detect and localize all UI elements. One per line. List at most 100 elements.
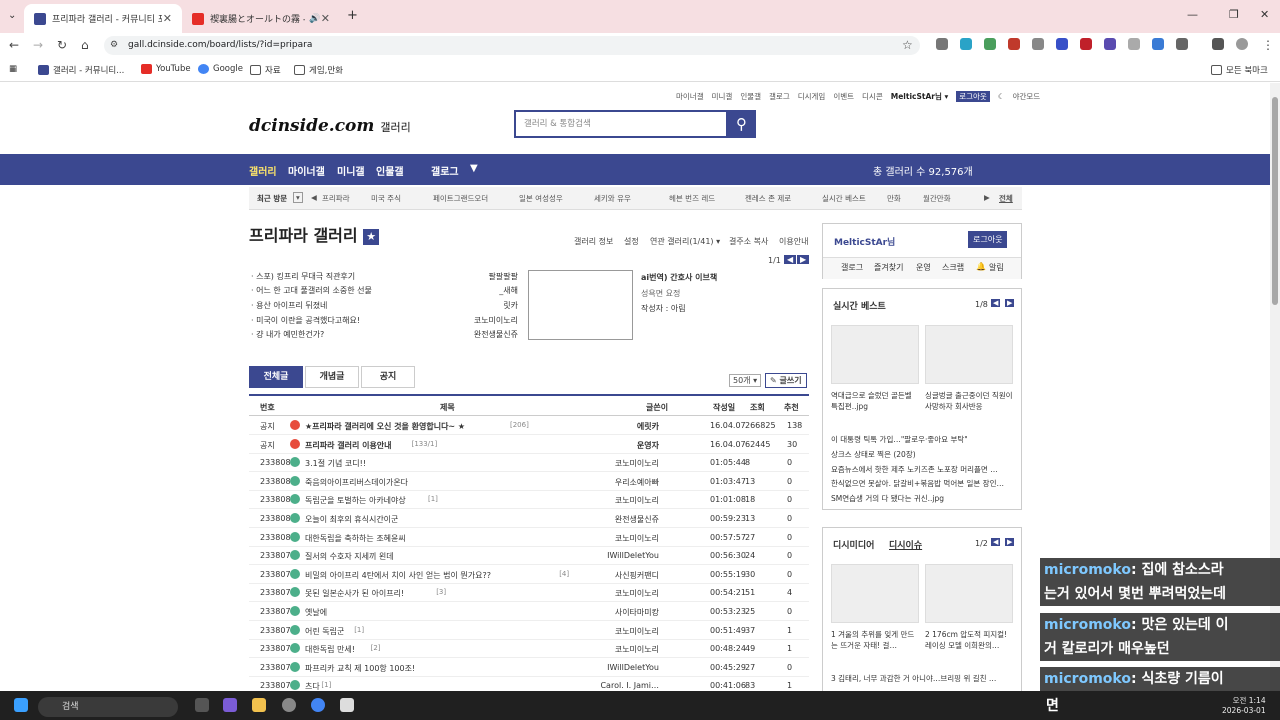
notice-item[interactable]: · 미국이 이란을 공격했다고해요!	[251, 315, 360, 326]
post-title[interactable]: 프리파라 갤러리 이용안내	[305, 440, 392, 451]
extension-icon[interactable]	[1032, 38, 1044, 50]
comment-count[interactable]: [1]	[354, 626, 364, 634]
scroll-thumb[interactable]	[1272, 97, 1278, 305]
table-row[interactable]: 2338075 어린 독립군 [1] 코노미이노리 00:51:49 37 1	[249, 622, 809, 640]
extension-icon[interactable]	[936, 38, 948, 50]
forward-icon[interactable]: →	[33, 38, 43, 52]
post-title[interactable]: 3.1절 기념 코디!!	[305, 458, 366, 469]
top-link[interactable]: 인물갤	[740, 92, 761, 101]
post-title[interactable]: 어린 독립군	[305, 626, 344, 637]
best-caption[interactable]: 역대급으로 슬렀던 골든벨 특집편..jpg	[831, 390, 919, 412]
bookmark-folder-resources[interactable]: 자료	[250, 64, 281, 76]
close-tab-icon[interactable]: ✕	[321, 12, 330, 25]
media-caption[interactable]: 2 176cm 압도적 피지컬! 레이싱 모델 이희완의…	[925, 629, 1013, 651]
bookmark-gallery[interactable]: 갤러리 - 커뮤니티...	[38, 64, 124, 76]
post-writer[interactable]: 코노미이노리	[615, 644, 659, 655]
windows-start-icon[interactable]	[14, 698, 28, 712]
post-writer[interactable]: Carol. I. Jami…	[600, 681, 659, 690]
close-tab-icon[interactable]: ✕	[163, 12, 172, 25]
url-field[interactable]: gall.dcinside.com/board/lists/?id=pripar…	[104, 36, 920, 55]
post-title[interactable]: 대한독립을 축하하는 조혜윤씨	[305, 533, 406, 544]
extension-icon[interactable]	[984, 38, 996, 50]
post-title[interactable]: 못된 일본순사가 된 아이프리!	[305, 588, 404, 599]
nav-minor[interactable]: 마이너갤	[288, 163, 325, 178]
post-writer[interactable]: IWillDeletYou	[607, 551, 659, 560]
tab-all-posts[interactable]: 전체글	[249, 366, 303, 388]
post-title[interactable]: 비밀의 아이프리 4탄에서 치이 사인 얻는 법이 뭔가요??	[305, 570, 491, 581]
app-icon[interactable]	[282, 698, 296, 712]
comment-count[interactable]: [3]	[436, 588, 446, 596]
chevron-left-icon[interactable]: ◀	[991, 538, 1001, 546]
chevron-left-icon[interactable]: ◀	[311, 193, 317, 202]
post-title[interactable]: 옛날에	[305, 607, 327, 618]
chevron-right-icon[interactable]: ▶	[984, 193, 990, 202]
bookmark-youtube[interactable]: YouTube	[141, 64, 191, 74]
search-input[interactable]: 갤러리 & 통합검색	[514, 110, 728, 138]
nav-gallog[interactable]: 갤로그	[431, 163, 459, 178]
tab-youtube[interactable]: 禊裏腸とオールトの霧 - YouT 🔊 ✕	[182, 4, 340, 33]
table-row[interactable]: 공지 ★프리파라 갤러리에 오신 것을 환영합니다~ ★ [206] 에릿카 16.04…	[249, 417, 809, 435]
comment-count[interactable]: [1]	[428, 495, 438, 503]
chevron-down-icon[interactable]: ▼	[470, 163, 478, 174]
back-icon[interactable]: ←	[9, 38, 19, 52]
post-title[interactable]: 츠다	[305, 681, 320, 691]
post-writer[interactable]: 코노미이노리	[615, 588, 659, 599]
top-link[interactable]: 미니갤	[712, 92, 733, 101]
user-menu[interactable]: MelticStAr님 ▾	[891, 92, 949, 101]
post-writer[interactable]: 사이타마미캉	[615, 607, 659, 618]
gallery-title[interactable]: 프리파라 갤러리 ★	[249, 222, 380, 246]
nav-mini[interactable]: 미니갤	[337, 163, 365, 178]
table-row[interactable]: 2338073 대한독립 만세! [2] 코노미이노리 00:48:24 49 1	[249, 640, 809, 659]
recent-item[interactable]: 만화	[887, 193, 901, 204]
post-writer[interactable]: 코노미이노리	[615, 458, 659, 469]
post-title[interactable]: 오늘이 최후의 휴식시간이군	[305, 514, 398, 525]
apps-icon[interactable]: ▦	[9, 64, 17, 74]
tab-best-posts[interactable]: 개념글	[305, 366, 359, 388]
chevron-right-icon[interactable]: ▶	[1005, 538, 1015, 546]
top-link[interactable]: 마이너갤	[676, 92, 704, 101]
table-row[interactable]: 2338077 못된 일본순사가 된 아이프리! [3] 코노미이노리 00:54:21…	[249, 584, 809, 603]
notice-item[interactable]: · 걍 내가 예민한건가?	[251, 329, 324, 340]
best-caption[interactable]: 싱글벙글 출근중이던 직원이 사망하자 회사반응	[925, 390, 1013, 412]
post-writer[interactable]: 우리소예아빠	[615, 477, 659, 488]
media-thumbnail[interactable]	[925, 564, 1013, 623]
issue-title[interactable]: 디시이슈	[889, 538, 922, 551]
ad-image[interactable]	[528, 270, 633, 340]
best-list-item[interactable]: 상크스 상태로 찍은 (20장)	[831, 449, 916, 460]
download-icon[interactable]	[1152, 38, 1164, 50]
reload-icon[interactable]: ↻	[57, 38, 67, 52]
site-logo[interactable]: dcinside.com 갤러리	[249, 116, 411, 136]
media-caption[interactable]: 1 겨울의 추위를 잊게 만드는 뜨거운 자태! 걸…	[831, 629, 919, 651]
table-row[interactable]: 2338071 파프리카 교칙 제 100항 100조! IWillDeletYou…	[249, 659, 809, 677]
notice-item[interactable]: · 스포) 킹프리 무대극 직관후기	[251, 271, 355, 282]
table-row[interactable]: 2338070 츠다 [1] Carol. I. Jami… 00:41:06 83 1	[249, 677, 809, 691]
tab-notices[interactable]: 공지	[361, 366, 415, 388]
extension-icon[interactable]	[1128, 38, 1140, 50]
taskbar-search[interactable]: 검색	[38, 697, 178, 717]
table-row[interactable]: 2338079 질서의 수호자 지세끼 왼데 IWillDeletYou 00:56:…	[249, 547, 809, 566]
related-gallery-link[interactable]: 연관 갤러리(1/41) ▾	[650, 236, 720, 247]
recent-item[interactable]: 실시간 베스트	[822, 193, 866, 204]
comment-count[interactable]: [133/1]	[412, 440, 438, 448]
post-writer[interactable]: 운영자	[637, 440, 659, 451]
recent-item[interactable]: 헤븐 번즈 레드	[669, 193, 715, 204]
new-tab-icon[interactable]: +	[347, 8, 358, 23]
table-row[interactable]: 2338082 독립군을 토벌하는 아카네야상 [1] 코노미이노리 01:01:08 1…	[249, 491, 809, 510]
post-writer[interactable]: 완전생물신쥬	[615, 514, 659, 525]
top-link[interactable]: 디시게임	[798, 92, 826, 101]
post-writer[interactable]: 코노미이노리	[615, 533, 659, 544]
site-info-icon[interactable]: ⚙	[110, 40, 118, 50]
table-row[interactable]: 2338083 죽음의아이프리버스데이가온다 우리소예아빠 01:03:47 13 0	[249, 473, 809, 491]
tab-pripara[interactable]: 프리파라 갤러리 - 커뮤니티 포 ✕	[24, 4, 182, 33]
post-title[interactable]: 질서의 수호자 지세끼 왼데	[305, 551, 394, 562]
chevron-right-icon[interactable]: ▶	[1005, 299, 1015, 307]
speaker-icon[interactable]: 🔊	[309, 14, 320, 24]
nav-gallery[interactable]: 갤러리	[249, 163, 277, 178]
all-bookmarks[interactable]: 모든 북마크	[1211, 64, 1268, 76]
table-row[interactable]: 2338076 옛날에 사이타마미캉 00:53:23 25 0	[249, 603, 809, 621]
tab-search-icon[interactable]: ⌄	[8, 10, 16, 21]
minimize-icon[interactable]: —	[1187, 8, 1198, 21]
bookmark-google[interactable]: Google	[198, 64, 243, 74]
chrome-icon[interactable]	[311, 698, 325, 712]
media-caption[interactable]: 3 김태리, 너무 과감한 거 아니야…브리핑 위 길친 …	[831, 673, 996, 684]
